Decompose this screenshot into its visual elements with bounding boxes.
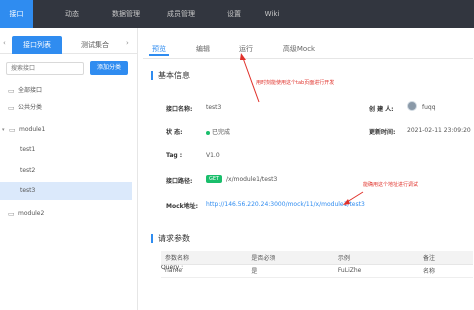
query-table: 参数名称 是否必须 示例 备注 name 是 FuLiZhe 名称 bbox=[161, 251, 473, 278]
status-label: 状 态: bbox=[166, 129, 183, 136]
nav-wiki[interactable]: Wiki bbox=[258, 0, 286, 28]
tag-value: V1.0 bbox=[206, 152, 220, 159]
tab-edit[interactable]: 编辑 bbox=[193, 42, 213, 56]
tag-label: Tag : bbox=[166, 152, 183, 159]
nav-activity[interactable]: 动态 bbox=[58, 0, 86, 28]
caret-down-icon[interactable]: ▾ bbox=[2, 121, 5, 139]
tree-item-label: module1 bbox=[19, 126, 46, 133]
tree-item-test2[interactable]: test2 bbox=[0, 162, 132, 180]
nav-member-management[interactable]: 成员管理 bbox=[161, 0, 201, 28]
tree-item-test1[interactable]: test1 bbox=[0, 141, 132, 159]
tree-item-common[interactable]: ▭ 公共分类 bbox=[0, 99, 132, 117]
table-header-row: 参数名称 是否必须 示例 备注 bbox=[161, 251, 473, 265]
search-input[interactable] bbox=[6, 62, 84, 75]
folder-icon: ▭ bbox=[8, 104, 15, 112]
updated-value: 2021-02-11 23:09:20 bbox=[407, 127, 471, 134]
status-value: 已完成 bbox=[212, 129, 231, 136]
sidebar-tabs: ‹ 接口列表 测试集合 › bbox=[0, 36, 138, 54]
creator-value[interactable]: fuqq bbox=[422, 104, 436, 111]
mock-label: Mock地址: bbox=[166, 203, 199, 210]
mock-url-link[interactable]: http://146.56.220.24:3000/mock/11/x/modu… bbox=[206, 201, 365, 208]
method-badge: GET bbox=[206, 175, 223, 183]
annotation-arrow-icon bbox=[240, 53, 260, 103]
table-header: 示例 bbox=[333, 251, 419, 265]
path-value: /x/module1/test3 bbox=[226, 176, 278, 183]
avatar[interactable] bbox=[407, 101, 417, 111]
table-row: name 是 FuLiZhe 名称 bbox=[161, 264, 473, 278]
nav-interface[interactable]: 接口 bbox=[0, 0, 33, 28]
tab-preview[interactable]: 预览 bbox=[149, 42, 169, 56]
nav-settings[interactable]: 设置 bbox=[220, 0, 248, 28]
folder-icon: ▭ bbox=[8, 87, 15, 95]
tab-advanced-mock[interactable]: 高级Mock bbox=[281, 42, 317, 56]
nav-data-management[interactable]: 数据管理 bbox=[106, 0, 146, 28]
annotation-mock: 能确用这个地址进行调试 bbox=[363, 182, 419, 188]
tree-item-label: 全部接口 bbox=[18, 87, 43, 94]
tab-interface-list[interactable]: 接口列表 bbox=[12, 36, 62, 54]
request-params-title: 请求参数 bbox=[151, 234, 190, 243]
sidebar: ‹ 接口列表 测试集合 › 添加分类 ▭ 全部接口 ▭ 公共分类 ▾ ▭ mod… bbox=[0, 28, 138, 310]
table-header: 参数名称 bbox=[161, 251, 248, 265]
tab-test-collection[interactable]: 测试集合 bbox=[70, 36, 120, 54]
table-header: 备注 bbox=[418, 251, 473, 265]
tab-divider bbox=[143, 58, 473, 59]
annotation-arrow-icon bbox=[343, 191, 364, 205]
tree-item-label: test2 bbox=[20, 167, 36, 174]
updated-label: 更新时间: bbox=[369, 129, 396, 136]
table-cell: FuLiZhe bbox=[333, 264, 419, 278]
add-category-button[interactable]: 添加分类 bbox=[90, 61, 128, 75]
table-cell: 是 bbox=[247, 264, 334, 278]
tree-item-label: module2 bbox=[18, 210, 45, 217]
creator-label: 创 建 人: bbox=[369, 106, 394, 113]
basic-info-title: 基本信息 bbox=[151, 71, 190, 80]
name-value: test3 bbox=[206, 104, 222, 111]
folder-icon: ▭ bbox=[8, 210, 15, 218]
table-header: 是否必须 bbox=[247, 251, 334, 265]
annotation-run: 用时刻能使用这个tab页面进行开发 bbox=[256, 80, 335, 86]
tree-item-label: test3 bbox=[20, 187, 36, 194]
chevron-left-icon[interactable]: ‹ bbox=[3, 39, 6, 47]
path-label: 接口路径: bbox=[166, 178, 193, 185]
tree-item-label: test1 bbox=[20, 146, 36, 153]
name-label: 接口名称: bbox=[166, 106, 193, 113]
chevron-right-icon[interactable]: › bbox=[126, 39, 129, 47]
status-dot-icon bbox=[206, 130, 210, 135]
table-cell: name bbox=[161, 264, 248, 278]
tree-item-module1[interactable]: ▾ ▭ module1 bbox=[0, 121, 132, 139]
tree-item-test3[interactable]: test3 bbox=[0, 182, 132, 200]
folder-open-icon: ▭ bbox=[9, 126, 16, 134]
tree-item-all[interactable]: ▭ 全部接口 bbox=[0, 82, 132, 100]
tree-item-label: 公共分类 bbox=[18, 104, 43, 111]
table-cell: 名称 bbox=[418, 264, 473, 278]
tree-item-module2[interactable]: ▭ module2 bbox=[0, 205, 132, 223]
status-badge: 已完成 bbox=[206, 127, 230, 136]
top-nav: 接口 动态 数据管理 成员管理 设置 Wiki bbox=[0, 0, 474, 28]
